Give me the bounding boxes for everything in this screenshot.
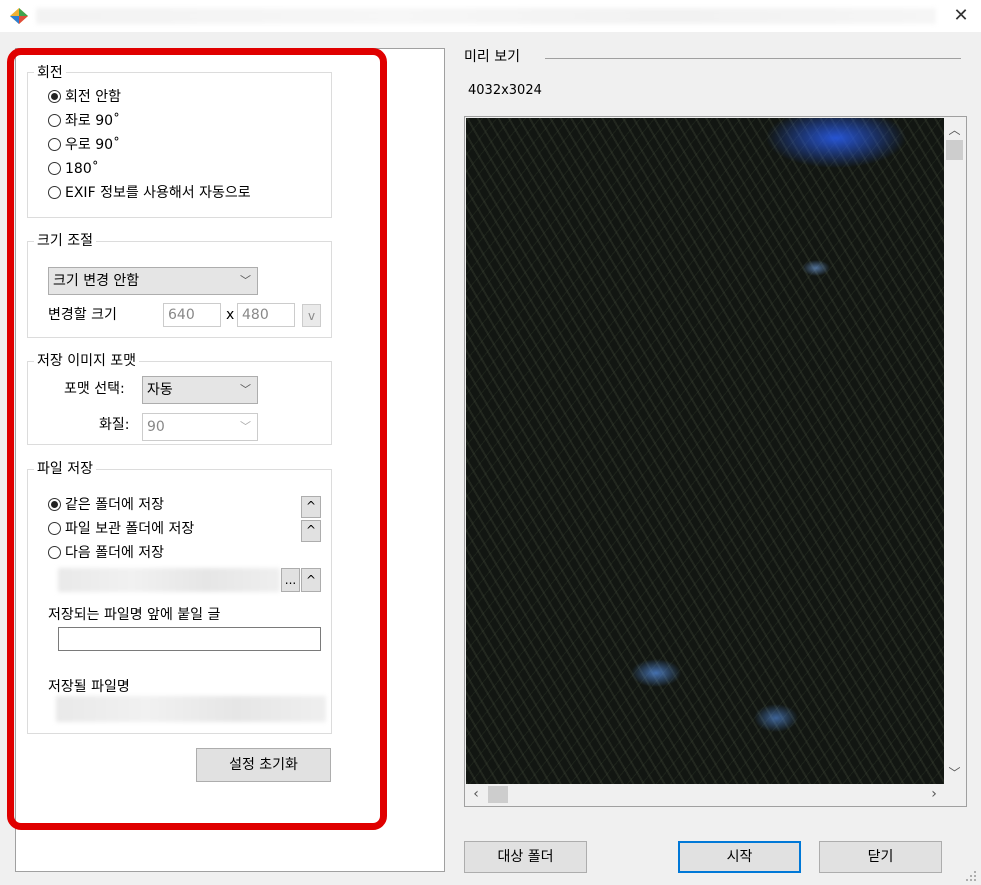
custom-folder-up-button[interactable]: ^	[301, 568, 321, 592]
rotation-option-180[interactable]: 180˚	[48, 158, 99, 180]
rotation-option-left[interactable]: 좌로 90˚	[48, 110, 120, 132]
preview-dimensions: 4032x3024	[468, 83, 542, 98]
rotation-option-right[interactable]: 우로 90˚	[48, 134, 120, 156]
browse-folder-button[interactable]: ...	[281, 568, 300, 592]
resize-grip-icon[interactable]	[964, 868, 978, 882]
target-folder-button[interactable]: 대상 폴더	[464, 841, 587, 873]
vertical-scrollbar[interactable]	[944, 118, 965, 784]
reset-settings-button[interactable]: 설정 초기화	[196, 748, 331, 782]
resize-width-input[interactable]: 640	[163, 303, 221, 327]
scroll-up-icon[interactable]: ︿	[944, 121, 965, 138]
window-title	[36, 8, 936, 24]
horizontal-scroll-thumb[interactable]	[488, 786, 508, 803]
resize-preset-button[interactable]: v	[302, 304, 321, 327]
save-option-archive-folder[interactable]: 파일 보관 폴더에 저장	[48, 518, 194, 540]
resize-height-input[interactable]: 480	[237, 303, 295, 327]
radio-icon	[48, 546, 61, 559]
radio-icon	[48, 114, 61, 127]
format-select-label: 포맷 선택:	[64, 381, 125, 397]
prefix-input[interactable]	[58, 627, 321, 651]
archive-folder-up-button[interactable]: ^	[301, 520, 321, 542]
radio-icon	[48, 162, 61, 175]
prefix-label: 저장되는 파일명 앞에 붙일 글	[48, 607, 221, 623]
format-select[interactable]: 자동 ﹀	[142, 376, 258, 404]
preview-title: 미리 보기	[464, 49, 520, 65]
start-button[interactable]: 시작	[678, 841, 801, 873]
rotation-title: 회전	[34, 65, 66, 81]
chevron-down-icon: ﹀	[240, 383, 251, 396]
radio-icon	[48, 522, 61, 535]
resize-title: 크기 조절	[34, 233, 96, 249]
horizontal-scrollbar[interactable]	[466, 784, 944, 805]
format-title: 저장 이미지 포맷	[34, 353, 140, 369]
radio-icon	[48, 498, 61, 511]
preview-divider	[545, 58, 961, 59]
close-window-icon[interactable]: ✕	[946, 4, 976, 28]
save-option-custom-folder[interactable]: 다음 폴더에 저장	[48, 542, 164, 564]
close-button[interactable]: 닫기	[819, 841, 942, 873]
custom-folder-path[interactable]	[58, 568, 280, 592]
quality-select[interactable]: 90 ﹀	[142, 413, 258, 441]
preview-image	[466, 118, 944, 784]
scroll-down-icon[interactable]: ﹀	[944, 764, 965, 781]
file-save-title: 파일 저장	[34, 461, 96, 477]
resize-mode-select[interactable]: 크기 변경 안함 ﹀	[48, 267, 258, 295]
filename-label: 저장될 파일명	[48, 679, 130, 695]
radio-icon	[48, 186, 61, 199]
scroll-left-icon[interactable]: ‹	[468, 786, 484, 802]
output-filename-value	[56, 696, 326, 722]
chevron-down-icon: ﹀	[240, 274, 251, 287]
save-option-same-folder[interactable]: 같은 폴더에 저장	[48, 494, 164, 516]
scroll-right-icon[interactable]: ›	[926, 786, 942, 802]
chevron-down-icon: ﹀	[240, 420, 251, 433]
radio-icon	[48, 90, 61, 103]
radio-icon	[48, 138, 61, 151]
vertical-scroll-thumb[interactable]	[946, 140, 963, 160]
resize-size-label: 변경할 크기	[48, 307, 117, 323]
rotation-option-none[interactable]: 회전 안함	[48, 86, 121, 108]
resize-x-label: x	[226, 307, 235, 323]
rotation-option-exif[interactable]: EXIF 정보를 사용해서 자동으로	[48, 182, 251, 204]
app-icon	[10, 8, 28, 24]
same-folder-up-button[interactable]: ^	[301, 496, 321, 518]
quality-label: 화질:	[99, 417, 130, 433]
